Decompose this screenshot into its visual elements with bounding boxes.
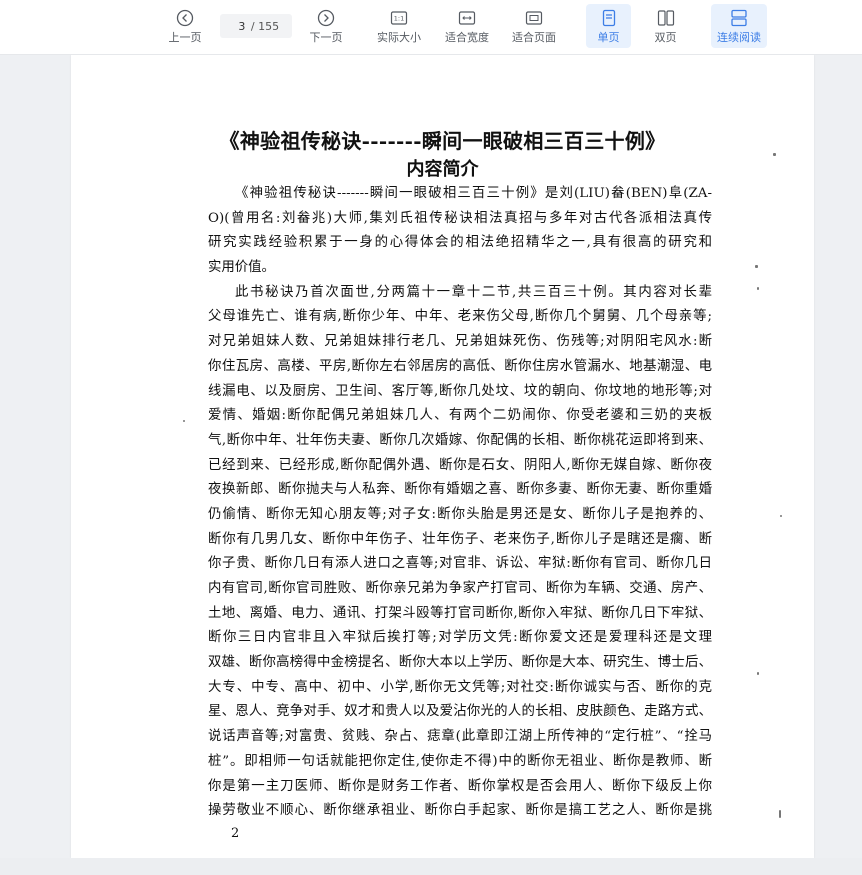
actual-size-icon: 1:1 <box>390 11 408 25</box>
next-page-label: 下一页 <box>309 31 343 44</box>
text-line: 仍偷情、断你无知心朋友等;对子女:断你头胎是男还是女、断你儿子是抱养的、 <box>208 506 712 522</box>
text-line: 此书秘诀乃首次面世,分两篇十一章十二节,共三百三十例。其内容对长辈 <box>235 284 712 300</box>
scan-speck <box>183 420 185 422</box>
text-line: 研究实践经验积累于一身的心得体会的相法绝招精华之一,具有很高的研究和 <box>208 235 712 251</box>
fit-width-label: 适合宽度 <box>445 31 489 44</box>
actual-size-label: 实际大小 <box>377 31 421 44</box>
continuous-scroll-icon <box>731 9 747 27</box>
svg-text:1:1: 1:1 <box>394 15 404 23</box>
text-line: 操劳敬业不顺心、断你继承祖业、断你白手起家、断你是搞工艺之人、断你是挑 <box>208 803 712 819</box>
double-page-button[interactable]: 双页 <box>643 4 688 48</box>
text-line: 断你三日内官非且入牢狱后挨打等;对学历文凭:断你爱文还是爱理科还是文理 <box>208 630 712 646</box>
chevron-left-circle-icon <box>176 9 194 27</box>
document-page: 《神验祖传秘诀-------瞬间一眼破相三百三十例》 内容简介 《神验祖传秘诀-… <box>71 55 814 858</box>
prev-page-label: 上一页 <box>168 31 202 44</box>
fit-width-icon <box>458 11 476 25</box>
text-line: 大专、中专、高中、初中、小学,断你无文凭等;对社交:断你诚实与否、断你的克 <box>208 679 712 695</box>
printed-page-number: 2 <box>231 826 240 841</box>
text-line: 夜换新郎、断你抛夫与人私奔、断你有婚姻之喜、断你多妻、断你无妻、断你重婚 <box>208 482 712 498</box>
page-indicator: / 155 <box>220 14 292 38</box>
scan-speck <box>780 515 782 517</box>
text-line: 土地、离婚、电力、通讯、打架斗殴等打官司断你,断你入牢狱、断你几日下牢狱、 <box>208 605 712 621</box>
text-line: 父母谁先亡、谁有病,断你少年、中年、老来伤父母,断你几个舅舅、几个母亲等; <box>208 309 712 325</box>
continuous-reading-label: 连续阅读 <box>717 31 761 44</box>
fit-width-button[interactable]: 适合宽度 <box>442 4 492 48</box>
text-line: 你是第一主刀医师、断你是财务工作者、断你掌权是否会用人、断你下级反上你 <box>208 778 712 794</box>
scan-speck <box>779 810 781 818</box>
text-line: O)(曾用名:刘畚兆)大师,集刘氏祖传秘诀相法真招与多年对古代各派相法真传 <box>208 210 712 226</box>
text-line: 已经到来、已经形成,断你配偶外遇、断你是石女、阴阳人,断你无媒自嫁、断你夜 <box>208 457 712 473</box>
continuous-reading-button[interactable]: 连续阅读 <box>711 4 767 48</box>
fit-page-label: 适合页面 <box>512 31 556 44</box>
text-line: 对兄弟姐妹人数、兄弟姐妹排行老几、兄弟姐妹死伤、伤残等;对阴阳宅风水:断 <box>208 334 712 350</box>
reader-toolbar: 上一页 / 155 下一页 1:1 实际大小 适合宽度 适合页面 <box>0 0 862 55</box>
scan-speck <box>755 265 758 268</box>
text-line: 你子贵、断你几日有添人进口之喜等;对官非、诉讼、牢狱:断你有官司、断你几日 <box>208 556 712 572</box>
document-title: 《神验祖传秘诀-------瞬间一眼破相三百三十例》 <box>219 129 666 153</box>
next-page-button[interactable]: 下一页 <box>307 4 345 48</box>
text-line: 线漏电、以及厨房、卫生间、客厅等,断你几处坟、坟的朝向、你坟地的地形等;对 <box>208 383 712 399</box>
text-line: 你住瓦房、高楼、平房,断你左右邻居房的高低、断你住房水管漏水、地基潮湿、电 <box>208 358 712 374</box>
double-page-icon <box>657 10 674 26</box>
chevron-right-circle-icon <box>317 9 335 27</box>
text-line: 断你有几男几女、断你中年伤子、壮年伤子、老来伤子,断你儿子是瞎还是瘸、断 <box>208 531 712 547</box>
scan-speck <box>757 672 759 675</box>
text-line: 《神验祖传秘诀-------瞬间一眼破相三百三十例》是刘(LIU)畚(BEN)阜… <box>235 186 712 201</box>
text-line: 桩”。即相师一句话就能把你定住,使你走不得)中的断你无祖业、断你是教师、断 <box>208 753 712 769</box>
document-body: 《神验祖传秘诀-------瞬间一眼破相三百三十例》是刘(LIU)畚(BEN)阜… <box>208 182 712 824</box>
text-line: 星、恩人、竞争对手、奴才和贵人以及爱沾你光的人的长相、皮肤颜色、走路方式、 <box>208 704 712 720</box>
page-number-input[interactable] <box>232 19 251 33</box>
bottom-gutter <box>0 858 862 875</box>
prev-page-button[interactable]: 上一页 <box>166 4 204 48</box>
scan-speck <box>757 287 759 290</box>
total-pages: / 155 <box>250 19 280 33</box>
fit-page-button[interactable]: 适合页面 <box>508 4 560 48</box>
document-subtitle: 内容简介 <box>406 159 479 180</box>
double-page-label: 双页 <box>654 31 677 44</box>
text-line: 气,断你中年、壮年伤夫妻、断你几次婚嫁、你配偶的长相、断你桃花运即将到来、 <box>208 432 712 448</box>
single-page-button[interactable]: 单页 <box>586 4 631 48</box>
text-line: 实用价值。 <box>208 260 275 276</box>
actual-size-button[interactable]: 1:1 实际大小 <box>374 4 424 48</box>
text-line: 内有官司,断你官司胜败、断你亲兄弟为争家产打官司、断你为车辆、交通、房产、 <box>208 581 712 596</box>
document-viewport[interactable]: 《神验祖传秘诀-------瞬间一眼破相三百三十例》 内容简介 《神验祖传秘诀-… <box>0 55 862 858</box>
fit-page-icon <box>525 11 543 25</box>
text-line: 爱情、婚姻:断你配偶兄弟姐妹几人、有两个二奶闹你、你受老婆和三奶的夹板 <box>208 408 712 424</box>
text-line: 双雄、断你高榜得中金榜提名、断你大本以上学历、断你是大本、研究生、博士后、 <box>208 655 712 671</box>
text-line: 说话声音等;对富贵、贫贱、杂占、痣章(此章即江湖上所传神的“定行桩”、“拴马 <box>208 729 712 745</box>
single-page-icon <box>602 9 615 27</box>
single-page-label: 单页 <box>597 31 620 44</box>
